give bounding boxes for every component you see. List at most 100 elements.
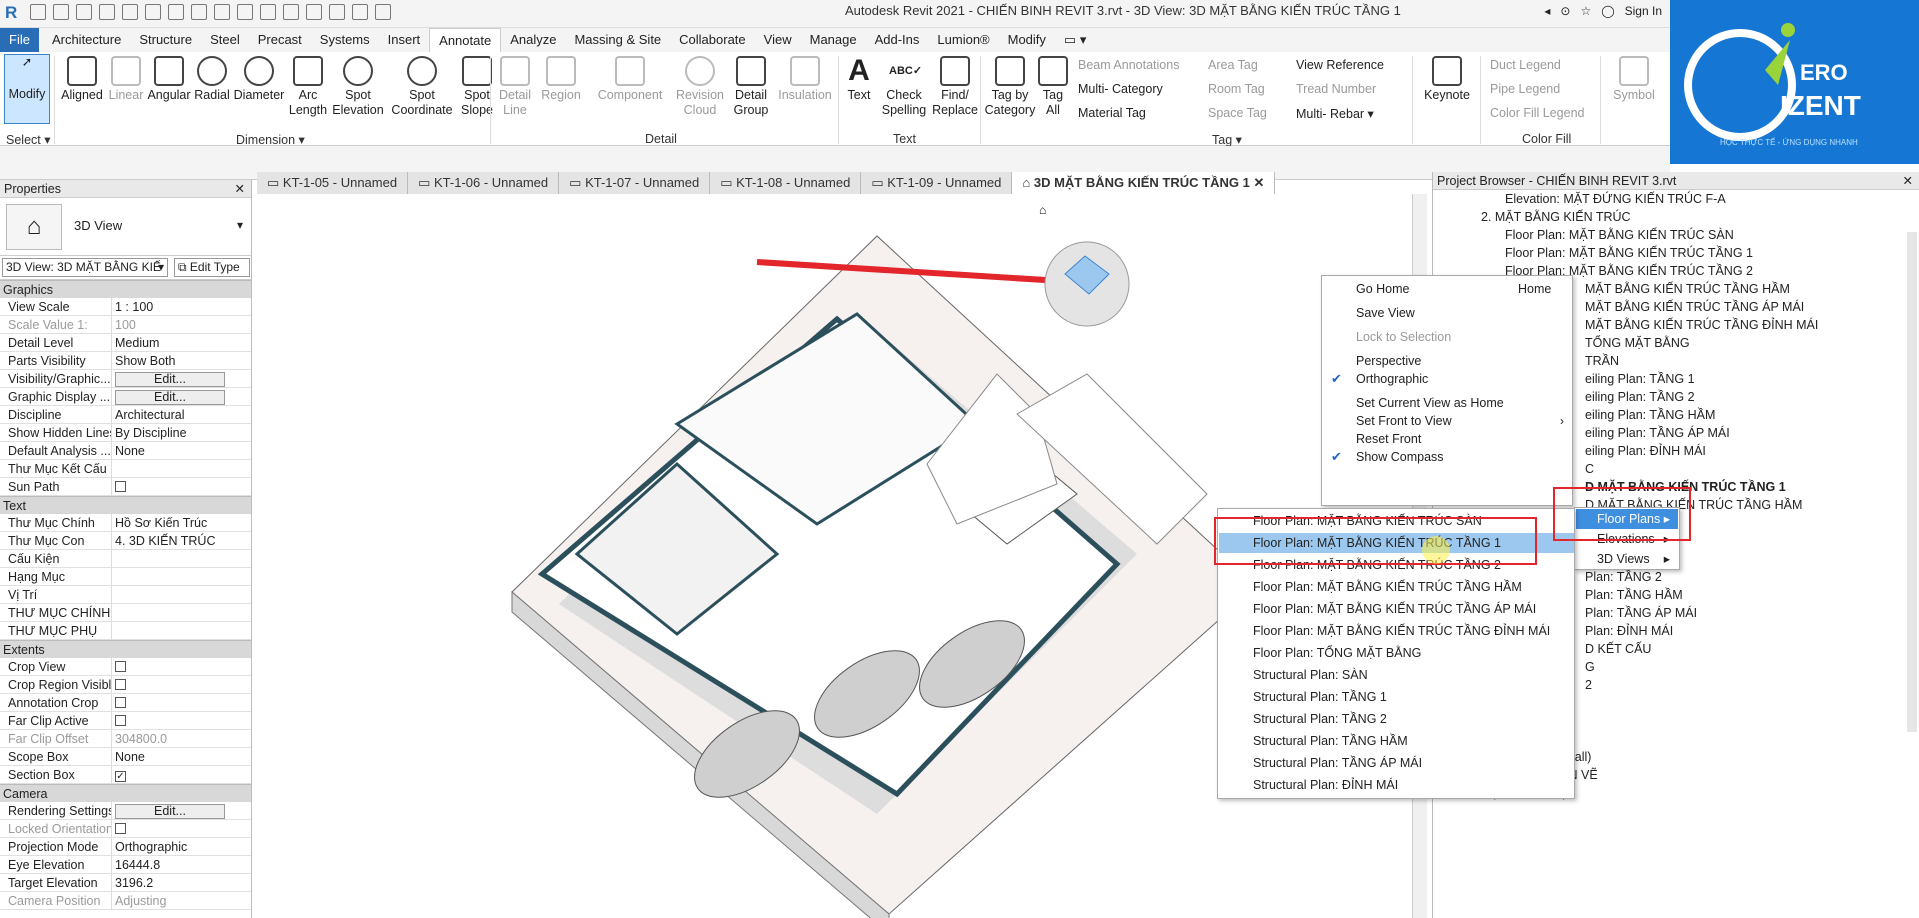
- property-value[interactable]: Orthographic: [112, 838, 251, 855]
- browser-node[interactable]: Elevation: MẶT ĐỨNG KIẾN TRÚC F-A: [1433, 190, 1919, 208]
- tab-architecture[interactable]: Architecture: [43, 28, 130, 52]
- floor-plan-option[interactable]: Structural Plan: SÀN: [1219, 665, 1574, 685]
- keynote-button[interactable]: Keynote: [1418, 56, 1476, 103]
- tag-by-category-button[interactable]: Tag by Category: [982, 56, 1038, 118]
- property-value[interactable]: [112, 694, 251, 711]
- menu-orthographic[interactable]: Orthographic: [1356, 372, 1428, 386]
- checkbox[interactable]: [115, 715, 126, 726]
- tab-analyze[interactable]: Analyze: [501, 28, 565, 52]
- detail-line-button[interactable]: Detail Line: [492, 56, 538, 118]
- multi-rebar-button[interactable]: Multi- Rebar ▾: [1296, 106, 1374, 121]
- checkbox[interactable]: ✓: [115, 771, 126, 782]
- property-value[interactable]: 16444.8: [112, 856, 251, 873]
- property-value[interactable]: By Discipline: [112, 424, 251, 441]
- property-value[interactable]: 3196.2: [112, 874, 251, 891]
- property-value[interactable]: [112, 460, 251, 477]
- check-spelling-button[interactable]: ABC✓ Check Spelling: [878, 56, 930, 118]
- sign-in-button[interactable]: Sign In: [1625, 4, 1662, 18]
- area-tag-button[interactable]: Area Tag: [1208, 58, 1258, 72]
- region-button[interactable]: Region: [538, 56, 584, 103]
- tab-systems[interactable]: Systems: [311, 28, 379, 52]
- find-replace-button[interactable]: Find/ Replace: [930, 56, 980, 118]
- property-value[interactable]: None: [112, 442, 251, 459]
- property-group-text[interactable]: Text: [0, 496, 251, 514]
- menu-set-current-view-home[interactable]: Set Current View as Home: [1356, 396, 1504, 410]
- revit-logo-icon[interactable]: R: [5, 3, 25, 23]
- property-value[interactable]: Edit...: [112, 388, 251, 405]
- floor-plan-option[interactable]: Floor Plan: MẶT BẰNG KIẾN TRÚC TẦNG ĐỈNH…: [1219, 621, 1574, 641]
- sections-icon[interactable]: [306, 4, 322, 20]
- radial-dim-button[interactable]: Radial: [192, 56, 232, 103]
- angular-dim-button[interactable]: Angular: [146, 56, 192, 103]
- browser-node[interactable]: Floor Plan: MẶT BẰNG KIẾN TRÚC TẦNG 1: [1433, 244, 1919, 262]
- property-value[interactable]: 100: [112, 316, 251, 333]
- star-icon[interactable]: ☆: [1580, 4, 1591, 18]
- tread-number-button[interactable]: Tread Number: [1296, 82, 1376, 96]
- tab-lumion[interactable]: Lumion®: [928, 28, 998, 52]
- tab-kt-1-05[interactable]: ▭ KT-1-05 - Unnamed: [257, 172, 409, 194]
- tab-kt-1-07[interactable]: ▭ KT-1-07 - Unnamed: [559, 172, 711, 194]
- revision-cloud-button[interactable]: Revision Cloud: [672, 56, 728, 118]
- tab-collaborate[interactable]: Collaborate: [670, 28, 755, 52]
- tab-massing-site[interactable]: Massing & Site: [565, 28, 670, 52]
- property-value[interactable]: [112, 676, 251, 693]
- linear-dim-button[interactable]: Linear: [106, 56, 146, 103]
- redo-icon[interactable]: [145, 4, 161, 20]
- menu-perspective[interactable]: Perspective: [1356, 354, 1421, 368]
- property-value[interactable]: [112, 478, 251, 495]
- tag-panel-label[interactable]: Tag ▾: [1212, 132, 1242, 147]
- beam-annotations-button[interactable]: Beam Annotations: [1078, 58, 1179, 72]
- spot-elevation-button[interactable]: Spot Elevation: [330, 56, 386, 118]
- type-selector[interactable]: ⌂ 3D View ▾: [0, 198, 251, 256]
- property-value[interactable]: Edit...: [112, 802, 251, 819]
- property-group-camera[interactable]: Camera: [0, 784, 251, 802]
- undo-icon[interactable]: [122, 4, 138, 20]
- edit-button[interactable]: Edit...: [115, 390, 225, 405]
- insulation-button[interactable]: Insulation: [774, 56, 836, 103]
- menu-set-front-to-view[interactable]: Set Front to View: [1356, 414, 1452, 428]
- tag-icon[interactable]: [237, 4, 253, 20]
- view-reference-button[interactable]: View Reference: [1296, 58, 1384, 72]
- floor-plan-option[interactable]: Structural Plan: ĐỈNH MÁI: [1219, 775, 1574, 795]
- space-tag-button[interactable]: Space Tag: [1208, 106, 1267, 120]
- color-fill-legend-button[interactable]: Color Fill Legend: [1490, 106, 1585, 120]
- property-group-extents[interactable]: Extents: [0, 640, 251, 658]
- floor-plan-option[interactable]: Structural Plan: TẦNG 2: [1219, 709, 1574, 729]
- property-value[interactable]: [112, 568, 251, 585]
- tab-steel[interactable]: Steel: [201, 28, 249, 52]
- tab-file[interactable]: File: [0, 28, 39, 52]
- material-tag-button[interactable]: Material Tag: [1078, 106, 1146, 120]
- tab-structure[interactable]: Structure: [130, 28, 201, 52]
- save-icon[interactable]: [76, 4, 92, 20]
- property-value[interactable]: Architectural: [112, 406, 251, 423]
- nav-left-icon[interactable]: ◂: [1544, 4, 1550, 18]
- property-value[interactable]: Show Both: [112, 352, 251, 369]
- close-hidden-icon[interactable]: [352, 4, 368, 20]
- submenu-3d-views[interactable]: 3D Views ▸: [1576, 549, 1678, 569]
- duct-legend-button[interactable]: Duct Legend: [1490, 58, 1561, 72]
- symbol-button[interactable]: Symbol: [1606, 56, 1662, 103]
- menu-show-compass[interactable]: Show Compass: [1356, 450, 1444, 464]
- browser-node[interactable]: Floor Plan: MẶT BẰNG KIẾN TRÚC SÀN: [1433, 226, 1919, 244]
- multi-category-button[interactable]: Multi- Category: [1078, 82, 1163, 96]
- component-button[interactable]: Component: [588, 56, 672, 103]
- print-icon[interactable]: [168, 4, 184, 20]
- property-value[interactable]: [112, 550, 251, 567]
- tab-annotate[interactable]: Annotate: [429, 28, 502, 52]
- property-value[interactable]: [112, 622, 251, 639]
- checkbox[interactable]: [115, 679, 126, 690]
- property-group-graphics[interactable]: Graphics: [0, 280, 251, 298]
- floor-plan-option[interactable]: Structural Plan: TẦNG ÁP MÁI: [1219, 753, 1574, 773]
- checkbox[interactable]: [115, 661, 126, 672]
- dimension-panel-label[interactable]: Dimension ▾: [236, 132, 305, 147]
- checkbox[interactable]: [115, 481, 126, 492]
- property-value[interactable]: None: [112, 748, 251, 765]
- property-value[interactable]: [112, 712, 251, 729]
- edit-button[interactable]: Edit...: [115, 804, 225, 819]
- user-icon[interactable]: ◯: [1601, 4, 1614, 18]
- tab-modify[interactable]: Modify: [999, 28, 1055, 52]
- tab-kt-1-09[interactable]: ▭ KT-1-09 - Unnamed: [861, 172, 1013, 194]
- menu-reset-front[interactable]: Reset Front: [1356, 432, 1421, 446]
- floor-plan-option[interactable]: Floor Plan: MẶT BẰNG KIẾN TRÚC TẦNG ÁP M…: [1219, 599, 1574, 619]
- property-value[interactable]: 4. 3D KIẾN TRÚC: [112, 532, 251, 549]
